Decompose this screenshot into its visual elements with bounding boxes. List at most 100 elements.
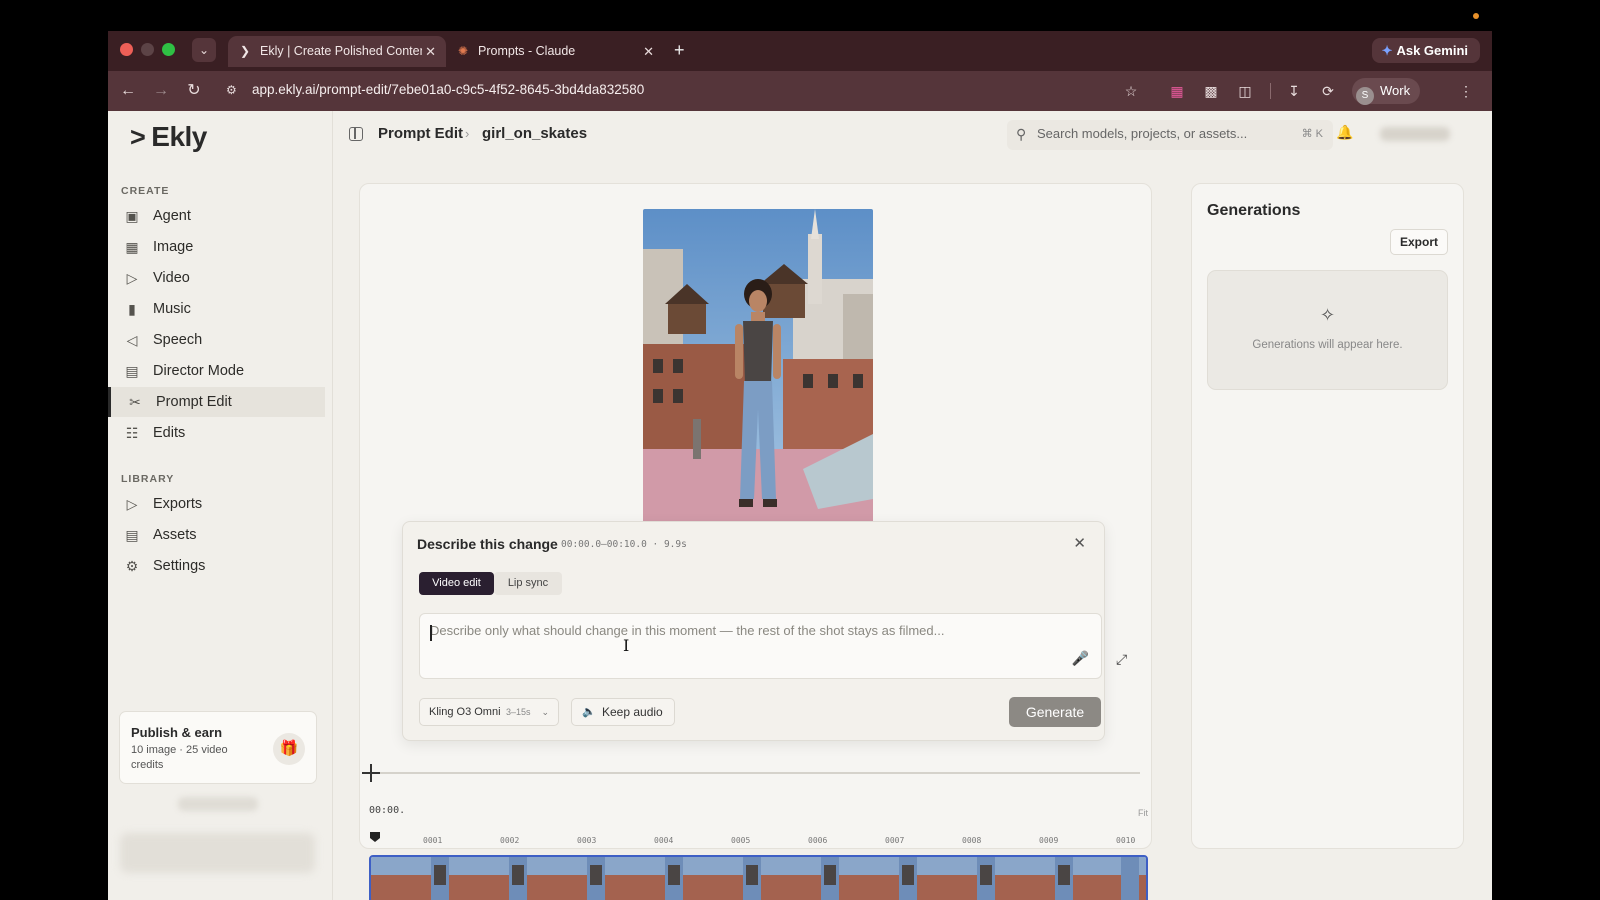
close-tab-icon[interactable]: ✕ [425,36,436,67]
new-tab-button[interactable]: + [674,37,685,63]
reload-icon[interactable]: ↻ [182,79,206,103]
figma-extension-icon[interactable]: ▦ [1165,79,1189,103]
site-settings-icon[interactable]: ⚙ [226,83,237,97]
bookmark-star-icon[interactable]: ☆ [1119,79,1143,103]
sidebar-item-speech[interactable]: ◁ Speech [108,325,325,355]
sidebar-item-director-mode[interactable]: ▤ Director Mode [108,356,325,386]
search-box[interactable]: ⚲ ⌘ K [1007,120,1333,150]
more-menu-icon[interactable]: ⋮ [1454,79,1478,103]
ruler-tick-label: 0010 [1116,836,1136,845]
gift-icon[interactable]: 🎁 [273,733,305,765]
tab-strip: ⌄ ❯ Ekly | Create Polished Content ✕ ✺ P… [108,31,1492,71]
export-button[interactable]: Export [1390,229,1448,255]
sidebar-item-edits[interactable]: ☷ Edits [108,418,325,448]
ruler-tick-label: 0005 [731,836,751,845]
microphone-icon[interactable]: 🎤 [1072,650,1089,667]
preview-frame-image [643,209,873,529]
tab-lip-sync[interactable]: Lip sync [494,572,562,595]
sidebar-item-settings[interactable]: ⚙ Settings [108,551,325,581]
ask-gemini-label: Ask Gemini [1396,43,1468,58]
sidebar-item-agent[interactable]: ▣ Agent [108,201,325,231]
ruler-tick-label: 0008 [962,836,982,845]
publish-credits: 10 image · 25 video credits [131,744,228,771]
waveform-icon: ▮ [128,301,136,317]
sidebar-item-assets[interactable]: ▤ Assets [108,520,325,550]
dialog-time-range: 00:00.0–00:10.0 · 9.9s [561,539,687,550]
maximize-window-button[interactable] [162,43,175,56]
sidebar-item-label: Music [153,301,191,317]
search-input[interactable] [1037,126,1277,141]
address-bar[interactable]: app.ekly.ai/prompt-edit/7ebe01a0-c9c5-4f… [252,82,644,97]
logo-chevron-icon: > [130,122,146,152]
search-shortcut: ⌘ K [1301,128,1323,140]
avatar: S [1356,87,1374,105]
sidebar: > Ekly CREATE ▣ Agent ▦ Image ▷ Video ▮ Music… [108,111,333,900]
ibeam-cursor-icon: I [623,636,630,655]
timecode: 00:00. [369,805,406,816]
play-icon: ▷ [126,496,138,512]
back-arrow-icon[interactable]: ← [116,79,140,103]
archive-icon: ▤ [125,527,139,543]
filmstrip-frames [371,857,1146,900]
generate-button[interactable]: Generate [1009,697,1101,727]
browser-toolbar: ← → ↻ ⚙ app.ekly.ai/prompt-edit/7ebe01a0… [108,71,1492,111]
ekly-app: > Ekly CREATE ▣ Agent ▦ Image ▷ Video ▮ Music… [108,111,1492,900]
ruler-tick-label: 0001 [423,836,443,845]
breadcrumb-root[interactable]: Prompt Edit [378,125,463,142]
fit-button[interactable]: Fit [1138,808,1148,818]
download-icon[interactable]: ↧ [1282,79,1306,103]
sync-icon[interactable]: ⟳ [1316,79,1340,103]
brand-name: Ekly [151,121,207,152]
profile-button[interactable]: S Work [1352,78,1421,105]
video-preview[interactable] [643,209,873,529]
forward-arrow-icon[interactable]: → [149,79,173,103]
extension-icon[interactable]: ▩ [1199,79,1223,103]
ruler-tick-label: 0006 [808,836,828,845]
blurred-user-name [1380,127,1450,141]
tab-claude[interactable]: ✺ Prompts - Claude ✕ [446,36,664,67]
generations-panel: Generations Export ✧ Generations will ap… [1191,183,1464,849]
ekly-favicon-icon: ❯ [240,44,251,58]
create-section-heading: CREATE [121,185,170,197]
ruler-tick-label: 0004 [654,836,674,845]
video-filmstrip[interactable] [369,855,1148,900]
sidebar-item-exports[interactable]: ▷ Exports [108,489,325,519]
close-window-button[interactable] [120,43,133,56]
toggle-sidebar-icon[interactable] [349,127,363,141]
tab-title: Prompts - Claude [478,44,576,58]
breadcrumb-chevron-icon: › [465,126,470,141]
sidebar-item-prompt-edit[interactable]: ✂ Prompt Edit [108,387,325,417]
minimize-window-button[interactable] [141,43,154,56]
prompt-textarea[interactable] [430,623,1050,663]
timeline-add-marker-icon[interactable] [362,764,380,782]
profile-label: Work [1380,83,1411,98]
expand-icon[interactable]: ⤢ [1116,651,1127,668]
sidebar-item-video[interactable]: ▷ Video [108,263,325,293]
close-tab-icon[interactable]: ✕ [643,36,654,67]
sidebar-item-label: Video [153,270,190,286]
sidebar-item-music[interactable]: ▮ Music [108,294,325,324]
model-duration: 3–15s [506,707,531,717]
extensions-puzzle-icon[interactable]: ◫ [1233,79,1257,103]
ask-gemini-button[interactable]: ✦ Ask Gemini [1371,38,1480,63]
keep-audio-button[interactable]: 🔈 Keep audio [571,698,675,726]
tab-search-chevron-icon[interactable]: ⌄ [192,38,216,62]
dialog-title: Describe this change [417,536,558,552]
text-caret [430,625,432,641]
timeline-track [370,772,1140,774]
gear-icon: ⚙ [125,558,139,574]
library-section-heading: LIBRARY [121,473,175,485]
generations-empty-state: ✧ Generations will appear here. [1207,270,1448,390]
publish-earn-card[interactable]: Publish & earn 10 image · 25 video credi… [119,711,317,784]
tab-ekly[interactable]: ❯ Ekly | Create Polished Content ✕ [228,36,446,67]
tab-video-edit[interactable]: Video edit [419,572,494,595]
close-icon[interactable]: ✕ [1073,534,1086,552]
model-select[interactable]: Kling O3 Omni 3–15s ⌄ [419,698,559,726]
ekly-logo[interactable]: > Ekly [130,121,207,153]
ruler-tick-label: 0007 [885,836,905,845]
blurred-user-card [120,833,315,873]
bell-icon[interactable]: 🔔 [1336,124,1353,141]
image-icon: ▦ [125,239,139,255]
sidebar-item-image[interactable]: ▦ Image [108,232,325,262]
breadcrumb-current: girl_on_skates [482,125,588,142]
